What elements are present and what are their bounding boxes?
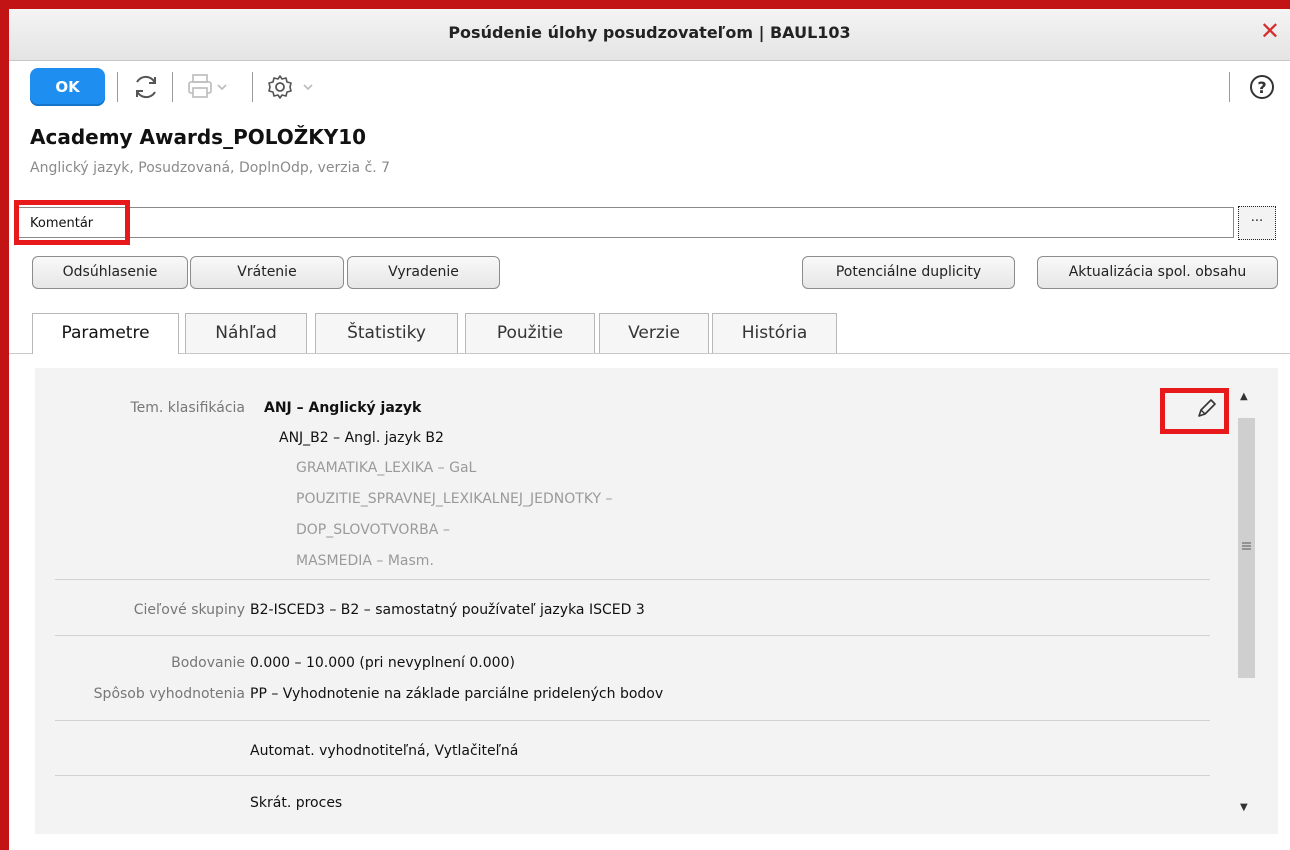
tab-nahlad[interactable]: Náhľad bbox=[185, 313, 307, 353]
toolbar-separator bbox=[117, 72, 118, 102]
divider bbox=[55, 579, 1210, 580]
refresh-icon[interactable] bbox=[130, 71, 162, 103]
classification-level3: GRAMATIKA_LEXIKA – GaL bbox=[296, 460, 477, 476]
scroll-down-icon[interactable]: ▼ bbox=[1240, 802, 1248, 813]
print-icon[interactable] bbox=[185, 71, 231, 103]
comment-input[interactable] bbox=[14, 207, 1234, 238]
toolbar-separator bbox=[1229, 72, 1230, 102]
classification-level3: MASMEDIA – Masm. bbox=[296, 553, 434, 569]
divider bbox=[55, 720, 1210, 721]
target-groups-value: B2-ISCED3 – B2 – samostatný používateľ j… bbox=[250, 602, 645, 618]
comment-highlight bbox=[14, 200, 130, 245]
classification-label: Tem. klasifikácia bbox=[130, 400, 245, 416]
tab-verzie[interactable]: Verzie bbox=[599, 313, 709, 353]
svg-text:?: ? bbox=[1257, 78, 1266, 97]
scrollbar[interactable]: ▲ ▼ bbox=[1233, 388, 1259, 818]
evaluation-label: Spôsob vyhodnotenia bbox=[93, 686, 245, 702]
ok-button[interactable]: OK bbox=[30, 68, 105, 106]
tab-bar: Parametre Náhľad Štatistiky Použitie Ver… bbox=[9, 313, 1290, 354]
dialog-title: Posúdenie úlohy posudzovateľom | BAUL103 bbox=[448, 23, 851, 42]
target-groups-label: Cieľové skupiny bbox=[133, 602, 245, 618]
tab-statistiky[interactable]: Štatistiky bbox=[315, 313, 458, 353]
return-button[interactable]: Vrátenie bbox=[190, 256, 344, 289]
flags-value: Automat. vyhodnotiteľná, Vytlačiteľná bbox=[250, 743, 519, 759]
toolbar-separator bbox=[172, 72, 173, 102]
classification-level2: ANJ_B2 – Angl. jazyk B2 bbox=[279, 430, 444, 446]
help-icon[interactable]: ? bbox=[1246, 71, 1278, 103]
edit-highlight bbox=[1160, 388, 1229, 434]
frame-left-border bbox=[0, 0, 9, 850]
scoring-value: 0.000 – 10.000 (pri nevyplnení 0.000) bbox=[250, 655, 515, 671]
tab-pouzitie[interactable]: Použitie bbox=[465, 313, 595, 353]
evaluation-value: PP – Vyhodnotenie na základe parciálne p… bbox=[250, 686, 664, 702]
item-subtitle: Anglický jazyk, Posudzovaná, DoplnOdp, v… bbox=[30, 160, 391, 176]
scroll-up-icon[interactable]: ▲ bbox=[1240, 391, 1248, 402]
classification-level1: ANJ – Anglický jazyk bbox=[264, 400, 422, 416]
scroll-thumb[interactable] bbox=[1238, 418, 1255, 678]
tab-historia[interactable]: História bbox=[712, 313, 837, 353]
grip-icon bbox=[1242, 542, 1251, 550]
approve-button[interactable]: Odsúhlasenie bbox=[32, 256, 188, 289]
scoring-label: Bodovanie bbox=[171, 655, 245, 671]
tab-parametre[interactable]: Parametre bbox=[32, 313, 179, 354]
comment-more-button[interactable]: ··· bbox=[1238, 206, 1276, 240]
divider bbox=[55, 635, 1210, 636]
classification-level3: DOP_SLOVOTVORBA – bbox=[296, 522, 450, 538]
toolbar-separator bbox=[252, 72, 253, 102]
dialog-titlebar: Posúdenie úlohy posudzovateľom | BAUL103… bbox=[9, 9, 1290, 61]
duplicates-button[interactable]: Potenciálne duplicity bbox=[802, 256, 1015, 289]
process-value: Skrát. proces bbox=[250, 795, 343, 811]
discard-button[interactable]: Vyradenie bbox=[347, 256, 500, 289]
item-title: Academy Awards_POLOŽKY10 bbox=[30, 125, 367, 149]
update-shared-button[interactable]: Aktualizácia spol. obsahu bbox=[1037, 256, 1278, 289]
close-icon[interactable]: ✕ bbox=[1260, 19, 1280, 43]
classification-level3: POUZITIE_SPRAVNEJ_LEXIKALNEJ_JEDNOTKY – bbox=[296, 491, 613, 507]
parameters-panel: Tem. klasifikácia ANJ – Anglický jazyk A… bbox=[35, 368, 1278, 834]
toolbar: OK ? bbox=[30, 68, 1278, 108]
divider bbox=[55, 775, 1210, 776]
gear-icon[interactable] bbox=[264, 71, 320, 103]
frame-top-border bbox=[0, 0, 1290, 9]
